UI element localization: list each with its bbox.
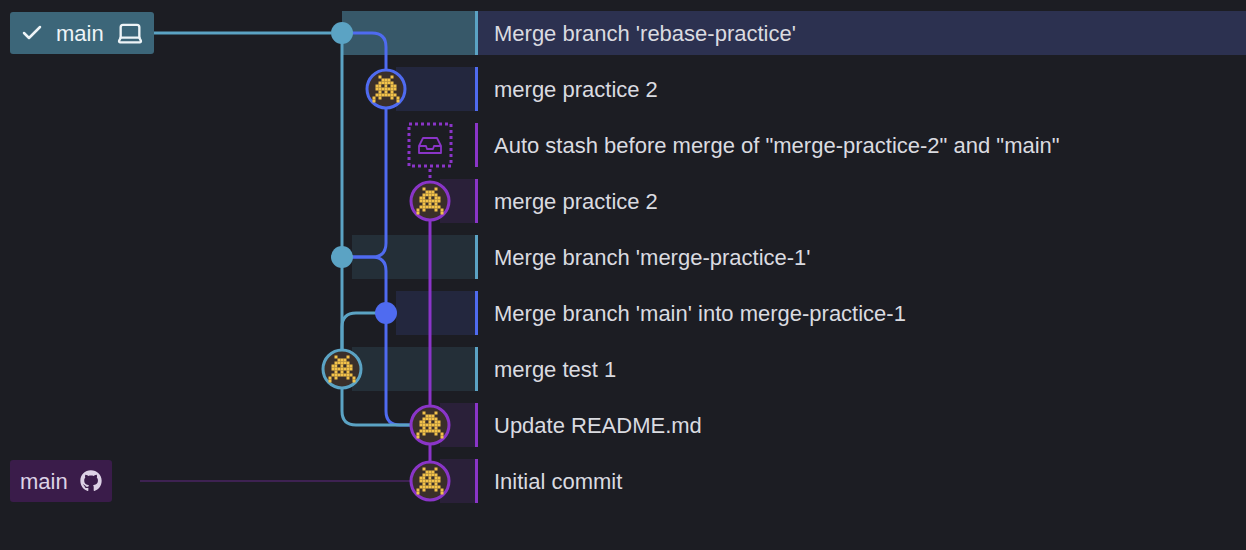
stash-icon[interactable] <box>409 124 451 166</box>
commit-row[interactable]: merge practice 2 <box>0 61 1246 117</box>
row-color-bar <box>475 347 478 391</box>
row-color-bar <box>475 291 478 335</box>
commit-message-cell[interactable]: Auto stash before merge of "merge-practi… <box>478 123 1246 167</box>
merge-dot[interactable] <box>375 302 397 324</box>
commit-message-cell[interactable]: Merge branch 'merge-practice-1' <box>478 235 1246 279</box>
branch-name: main <box>20 465 68 498</box>
branch-label[interactable]: main <box>10 460 112 502</box>
commit-row[interactable]: main Initial commit <box>0 453 1246 509</box>
commit-row[interactable]: Merge branch 'main' into merge-practice-… <box>0 285 1246 341</box>
commit-message: Auto stash before merge of "merge-practi… <box>494 129 1060 162</box>
commit-message: Initial commit <box>494 465 622 498</box>
row-color-bar <box>475 459 478 503</box>
commit-row[interactable]: Merge branch 'merge-practice-1' <box>0 229 1246 285</box>
row-color-bar <box>475 123 478 167</box>
row-band <box>396 291 475 335</box>
commit-message: merge test 1 <box>494 353 616 386</box>
row-color-bar <box>475 403 478 447</box>
commit-row[interactable]: merge test 1 <box>0 341 1246 397</box>
row-band <box>342 11 475 55</box>
row-band <box>440 403 475 447</box>
laptop-icon <box>116 19 144 47</box>
commit-message-cell[interactable]: merge practice 2 <box>478 179 1246 223</box>
merge-dot[interactable] <box>331 246 353 268</box>
row-color-bar <box>475 179 478 223</box>
row-color-bar <box>475 235 478 279</box>
commit-graph: main Merge branch 'rebase-practice' merge … <box>0 0 1246 550</box>
branch-label[interactable]: main <box>10 12 154 54</box>
commit-message: merge practice 2 <box>494 73 658 106</box>
commit-message-cell[interactable]: Merge branch 'main' into merge-practice-… <box>478 291 1246 335</box>
commit-message: Merge branch 'rebase-practice' <box>494 17 796 50</box>
github-icon <box>80 470 102 492</box>
row-band <box>352 347 475 391</box>
check-icon <box>20 21 44 45</box>
row-band <box>440 123 475 167</box>
commit-message: merge practice 2 <box>494 185 658 218</box>
commit-message: Update README.md <box>494 409 702 442</box>
commit-message-cell[interactable]: merge test 1 <box>478 347 1246 391</box>
commit-message-cell[interactable]: Update README.md <box>478 403 1246 447</box>
row-band <box>440 459 475 503</box>
branch-name: main <box>56 17 104 50</box>
commit-row[interactable]: merge practice 2 <box>0 173 1246 229</box>
row-band <box>352 235 475 279</box>
commit-message: Merge branch 'merge-practice-1' <box>494 241 811 274</box>
commit-message-cell[interactable]: merge practice 2 <box>478 67 1246 111</box>
commit-message-cell[interactable]: Merge branch 'rebase-practice' <box>478 11 1246 55</box>
row-color-bar <box>475 67 478 111</box>
commit-message-cell[interactable]: Initial commit <box>478 459 1246 503</box>
row-band <box>396 67 475 111</box>
commit-row[interactable]: main Merge branch 'rebase-practice' <box>0 5 1246 61</box>
commit-message: Merge branch 'main' into merge-practice-… <box>494 297 906 330</box>
commit-row[interactable]: Auto stash before merge of "merge-practi… <box>0 117 1246 173</box>
commit-row[interactable]: Update README.md <box>0 397 1246 453</box>
row-band <box>440 179 475 223</box>
